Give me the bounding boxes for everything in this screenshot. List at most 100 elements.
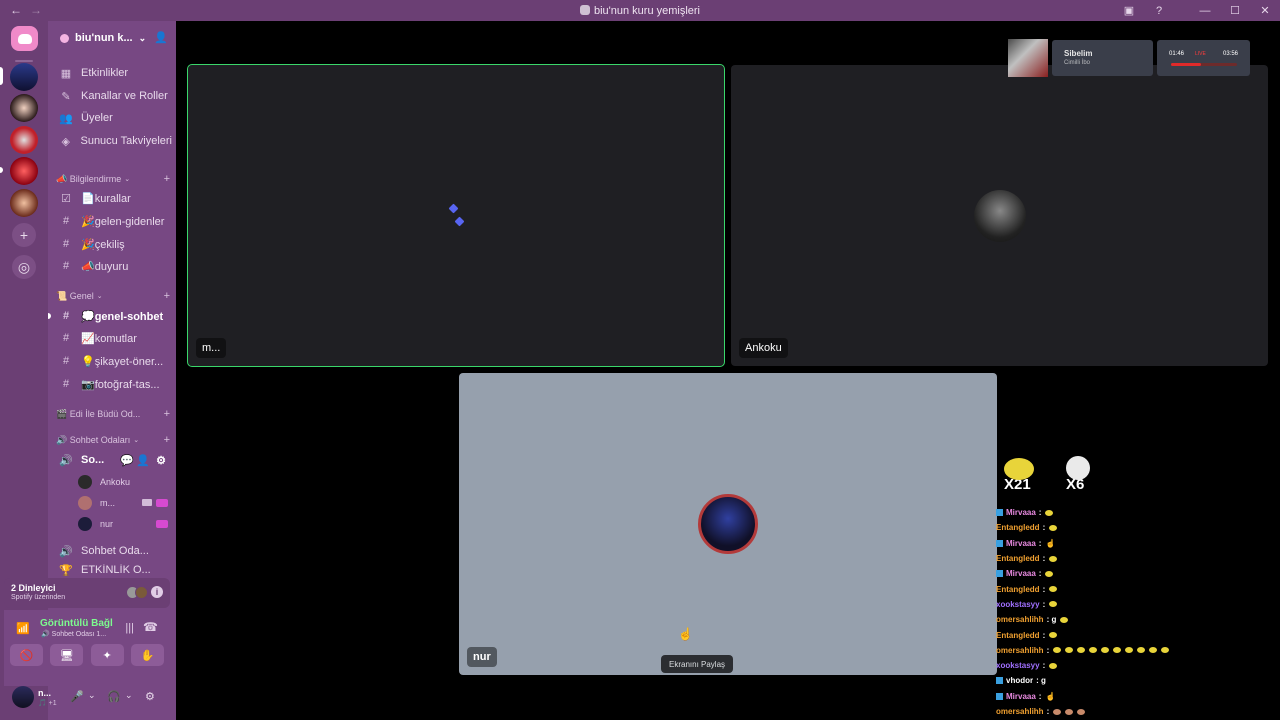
server-avatar-active[interactable] xyxy=(10,63,38,91)
channel-item[interactable]: # 📈komutlar xyxy=(54,328,172,348)
hash-icon: # xyxy=(62,332,70,344)
channel-item[interactable]: # 🎉gelen-gidenler xyxy=(54,211,172,231)
maximize-button[interactable]: ☐ xyxy=(1220,4,1250,17)
server-avatar[interactable] xyxy=(10,189,38,217)
add-server-icon[interactable]: + xyxy=(12,223,36,247)
category-sohbet[interactable]: 🔊 Sohbet Odaları ⌄ + xyxy=(56,433,172,447)
voice-user-name: Ankoku xyxy=(100,477,131,487)
voice-user[interactable]: m... xyxy=(78,494,172,512)
chat-text: : xyxy=(1042,554,1046,564)
chat-badge-icon xyxy=(996,677,1003,685)
progress-fill xyxy=(1171,63,1201,66)
progress-track xyxy=(1171,63,1237,66)
voice-channel[interactable]: 🏆 ETKİNLİK O... xyxy=(54,564,172,576)
noise-suppression-icon[interactable]: ||| xyxy=(125,622,134,634)
signal-icon[interactable]: 📶 xyxy=(16,622,30,635)
server-avatar[interactable] xyxy=(10,126,38,154)
chat-icon[interactable]: 💬 xyxy=(120,454,134,467)
connection-channel[interactable]: 🔊 Sohbet Odası 1... xyxy=(41,630,106,638)
channel-item[interactable]: # 💡şikayet-öner... xyxy=(54,351,172,371)
discover-icon[interactable]: ◎ xyxy=(12,255,36,279)
sidebar-item-members[interactable]: 👥 Üyeler xyxy=(54,108,172,128)
info-icon[interactable]: i xyxy=(151,586,163,598)
add-channel-icon[interactable]: + xyxy=(164,434,170,446)
chat-emote-icon xyxy=(1053,647,1062,654)
category-label: 📜 Genel xyxy=(56,290,94,301)
chat-emote-icon xyxy=(1125,647,1134,654)
camera-icon xyxy=(142,499,152,506)
loading-icon xyxy=(448,203,459,214)
minimize-button[interactable]: — xyxy=(1190,5,1220,17)
sidebar-item-channels-roles[interactable]: ✎ Kanallar ve Roller xyxy=(54,86,172,106)
camera-off-button[interactable]: 🚫 xyxy=(10,644,43,666)
window-title-text: biu'nun kuru yemişleri xyxy=(593,5,701,17)
channel-item[interactable]: ☑ 📄kurallar xyxy=(54,188,172,208)
server-header[interactable]: biu'nun k... ⌄ 👤 xyxy=(48,21,176,55)
soundboard-button[interactable]: ✋ xyxy=(130,644,164,666)
chat-emote-icon xyxy=(1101,647,1110,654)
category-label: 🔊 Sohbet Odaları xyxy=(56,434,131,445)
video-tile[interactable]: m... xyxy=(187,64,725,367)
chat-emote-icon xyxy=(1049,524,1058,531)
sidebar-item-events[interactable]: ▦ Etkinlikler xyxy=(54,63,172,83)
add-channel-icon[interactable]: + xyxy=(164,290,170,302)
category-genel[interactable]: 📜 Genel ⌄ + xyxy=(56,289,172,303)
close-button[interactable]: ✕ xyxy=(1250,4,1280,17)
add-channel-icon[interactable]: + xyxy=(164,173,170,185)
gear-icon[interactable]: ⚙ xyxy=(156,454,166,467)
channel-item-active[interactable]: # 💭genel-sohbet xyxy=(54,306,172,326)
chevron-down-icon[interactable]: ⌄ xyxy=(88,690,96,701)
chat-message: Entangledd: xyxy=(996,551,1280,566)
chat-username: Entangledd xyxy=(996,523,1040,533)
server-avatar[interactable] xyxy=(10,94,38,122)
avatar[interactable] xyxy=(12,686,34,708)
microphone-icon[interactable]: 🎤 xyxy=(70,690,84,703)
listening-activity[interactable]: 2 Dinleyici Spotify üzerinden i xyxy=(4,578,170,608)
gear-icon[interactable]: ⚙ xyxy=(145,690,155,703)
listeners-source: Spotify üzerinden xyxy=(11,594,66,601)
channel-item[interactable]: # 🎉çekiliş xyxy=(54,234,172,254)
chat-emote-icon xyxy=(1149,647,1158,654)
sidebar-item-boosts[interactable]: ◈ Sunucu Takviyeleri xyxy=(54,131,173,151)
help-icon[interactable]: ? xyxy=(1144,5,1174,17)
chevron-down-icon[interactable]: ⌄ xyxy=(125,690,133,701)
channel-item[interactable]: # 📷fotoğraf-tas... xyxy=(54,374,172,394)
loading-icon xyxy=(454,216,465,227)
chat-username: vhodor xyxy=(1006,676,1034,686)
category-bilgilendirme[interactable]: 📣 Bilgilendirme ⌄ + xyxy=(56,172,172,186)
avatar xyxy=(135,586,148,599)
video-tile[interactable]: Ankoku xyxy=(731,65,1268,366)
invite-icon[interactable]: 👤 xyxy=(136,454,150,467)
total-time: 03:56 xyxy=(1222,51,1238,57)
server-avatar[interactable] xyxy=(10,157,38,185)
channel-item[interactable]: # 📣duyuru xyxy=(54,256,172,276)
hash-icon: # xyxy=(62,238,70,250)
username[interactable]: n... xyxy=(38,688,51,698)
user-bar: n... 🎵 +1 🎤 ⌄ 🎧 ⌄ ⚙ xyxy=(4,682,170,716)
channel-label: 📣duyuru xyxy=(81,260,129,273)
participant-name: Ankoku xyxy=(739,338,788,358)
activities-button[interactable]: ✦ xyxy=(90,644,124,666)
home-button[interactable] xyxy=(11,26,38,51)
now-playing-overlay: Sibelim Cimilli İbo 01:46 LIVE 03:56 xyxy=(1008,39,1250,79)
channels-icon: ✎ xyxy=(61,90,71,103)
chat-message: Mirvaaa: ☝ xyxy=(996,689,1280,704)
disconnect-icon[interactable]: ☎ xyxy=(143,620,158,634)
chat-text: : xyxy=(1038,691,1042,701)
voice-user[interactable]: nur xyxy=(78,515,172,533)
category-edi[interactable]: 🎬 Edi İle Büdü Od... + xyxy=(56,407,172,421)
video-tile[interactable]: nur ☝ xyxy=(459,373,997,675)
user-status: 🎵 +1 xyxy=(38,700,57,707)
chat-emote-icon xyxy=(1049,662,1058,669)
voice-channel[interactable]: 🔊 Sohbet Oda... xyxy=(54,541,172,561)
inbox-icon[interactable]: ▣ xyxy=(1114,4,1144,17)
chat-emote-icon xyxy=(1049,555,1058,562)
headset-icon[interactable]: 🎧 xyxy=(107,690,121,703)
voice-user[interactable]: Ankoku xyxy=(78,473,172,491)
screen-share-button[interactable]: 🖥 xyxy=(50,644,84,666)
add-channel-icon[interactable]: + xyxy=(164,408,170,420)
invite-icon[interactable]: 👤 xyxy=(154,31,168,44)
connection-status[interactable]: Görüntülü Bağl xyxy=(40,618,113,629)
voice-channel-connected[interactable]: 🔊 So... 💬 👤 ⚙ xyxy=(54,450,172,470)
chat-text: : xyxy=(1046,645,1050,655)
